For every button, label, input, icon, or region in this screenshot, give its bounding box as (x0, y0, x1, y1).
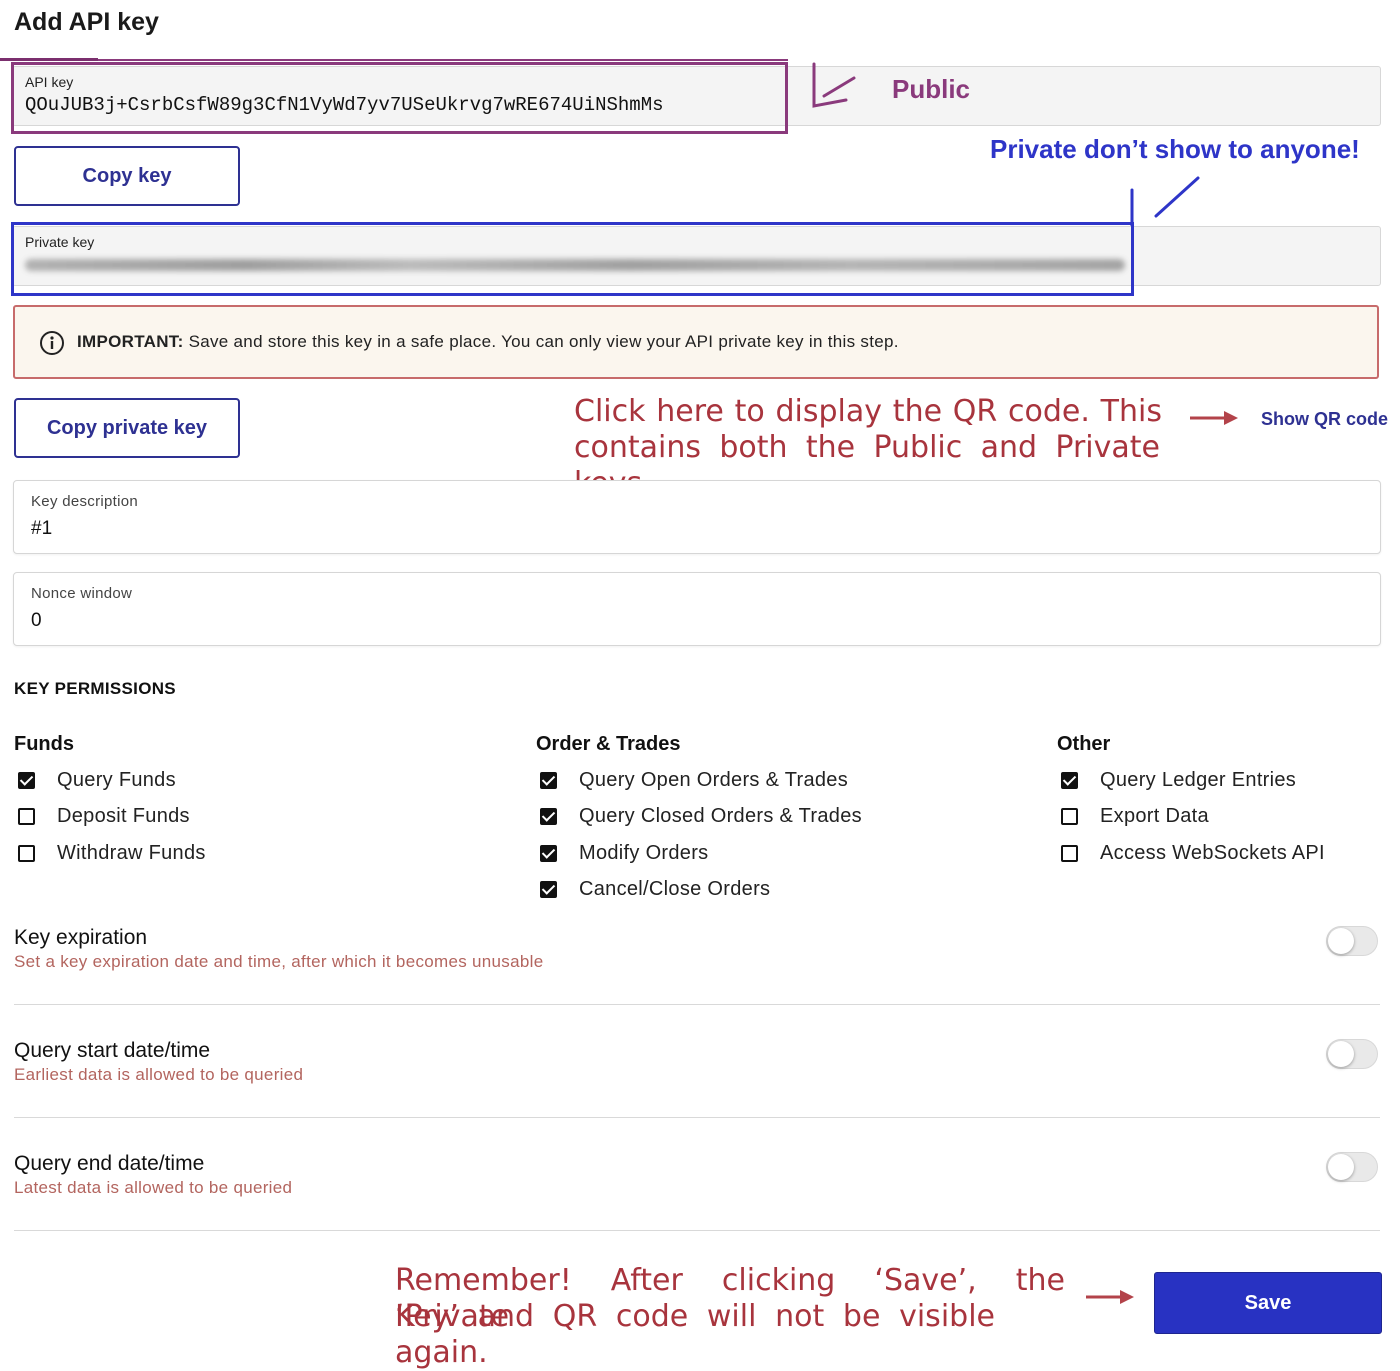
group-other-title: Other (1057, 733, 1111, 755)
annotation-purple-line (98, 59, 788, 61)
query-end-desc: Latest data is allowed to be queried (14, 1178, 293, 1197)
key-permissions-heading: KEY PERMISSIONS (14, 679, 176, 698)
key-description-label: Key description (31, 493, 139, 510)
info-icon (40, 331, 64, 355)
checkbox[interactable] (1061, 844, 1078, 862)
checkbox[interactable] (1061, 807, 1078, 825)
nonce-window-value[interactable]: 0 (31, 610, 42, 632)
annotation-qr-line1: Click here to display the QR code. This (574, 394, 1162, 429)
copy-private-key-button[interactable]: Copy private key (14, 398, 240, 458)
perm-withdraw-funds[interactable]: Withdraw Funds (18, 839, 206, 867)
arrow-right-icon (1190, 411, 1238, 425)
page-title: Add API key (14, 8, 159, 36)
checkbox[interactable] (1061, 771, 1078, 789)
annotation-private-text: Private don’t show to anyone! (990, 134, 1360, 164)
key-description-field[interactable]: Key description #1 (13, 480, 1381, 554)
key-expiration-toggle[interactable] (1326, 926, 1378, 956)
important-notice: IMPORTANT: Save and store this key in a … (13, 305, 1379, 379)
perm-query-funds[interactable]: Query Funds (18, 766, 176, 794)
perm-websockets[interactable]: Access WebSockets API (1061, 839, 1325, 867)
query-start-title: Query start date/time (14, 1039, 211, 1062)
perm-label: Cancel/Close Orders (579, 877, 771, 900)
checkbox[interactable] (18, 771, 35, 789)
divider (14, 1004, 1380, 1005)
checkbox[interactable] (540, 771, 557, 789)
annotation-private-box (11, 222, 1134, 296)
annotation-save-line2: Key’ and QR code will not be visible aga… (395, 1299, 995, 1370)
perm-label: Query Closed Orders & Trades (579, 804, 862, 827)
perm-export-data[interactable]: Export Data (1061, 802, 1209, 830)
perm-label: Withdraw Funds (57, 841, 206, 864)
perm-label: Access WebSockets API (1100, 841, 1325, 864)
perm-query-open-orders[interactable]: Query Open Orders & Trades (540, 766, 848, 794)
copy-key-button[interactable]: Copy key (14, 146, 240, 206)
perm-label: Query Open Orders & Trades (579, 768, 849, 791)
annotation-public-text: Public (892, 74, 971, 104)
arrow-right-icon (1086, 1290, 1134, 1304)
annotation-public-mark (812, 62, 856, 108)
perm-deposit-funds[interactable]: Deposit Funds (18, 802, 190, 830)
save-button-label: Save (1244, 1291, 1292, 1314)
show-qr-code-link[interactable]: Show QR code (1261, 409, 1388, 430)
key-expiration-title: Key expiration (14, 926, 148, 949)
perm-query-closed-orders[interactable]: Query Closed Orders & Trades (540, 802, 862, 830)
checkbox[interactable] (18, 807, 35, 825)
query-start-desc: Earliest data is allowed to be queried (14, 1065, 304, 1084)
perm-label: Query Ledger Entries (1100, 768, 1297, 791)
nonce-window-field[interactable]: Nonce window 0 (13, 572, 1381, 646)
perm-label: Deposit Funds (57, 804, 190, 827)
title-underline (0, 58, 98, 61)
checkbox[interactable] (540, 880, 557, 898)
query-end-toggle[interactable] (1326, 1152, 1378, 1182)
perm-label: Export Data (1100, 804, 1209, 827)
divider (14, 1117, 1380, 1118)
perm-label: Query Funds (57, 768, 176, 791)
important-label: IMPORTANT: (77, 332, 184, 351)
query-start-toggle[interactable] (1326, 1039, 1378, 1069)
group-orders-title: Order & Trades (536, 733, 681, 755)
perm-cancel-close-orders[interactable]: Cancel/Close Orders (540, 875, 770, 903)
key-expiration-desc: Set a key expiration date and time, afte… (14, 952, 544, 971)
key-description-value[interactable]: #1 (31, 518, 52, 540)
checkbox[interactable] (18, 844, 35, 862)
copy-private-key-label: Copy private key (46, 417, 208, 439)
divider (14, 1230, 1380, 1231)
group-funds-title: Funds (14, 733, 74, 755)
query-end-title: Query end date/time (14, 1152, 205, 1175)
copy-key-label: Copy key (82, 165, 172, 187)
save-button[interactable]: Save (1154, 1272, 1382, 1334)
perm-query-ledger[interactable]: Query Ledger Entries (1061, 766, 1296, 794)
nonce-window-label: Nonce window (31, 585, 133, 602)
checkbox[interactable] (540, 807, 557, 825)
important-text: IMPORTANT: Save and store this key in a … (77, 332, 899, 352)
annotation-public-box (11, 62, 788, 134)
perm-label: Modify Orders (579, 841, 709, 864)
checkbox[interactable] (540, 844, 557, 862)
important-message: Save and store this key in a safe place.… (183, 332, 899, 351)
perm-modify-orders[interactable]: Modify Orders (540, 839, 709, 867)
